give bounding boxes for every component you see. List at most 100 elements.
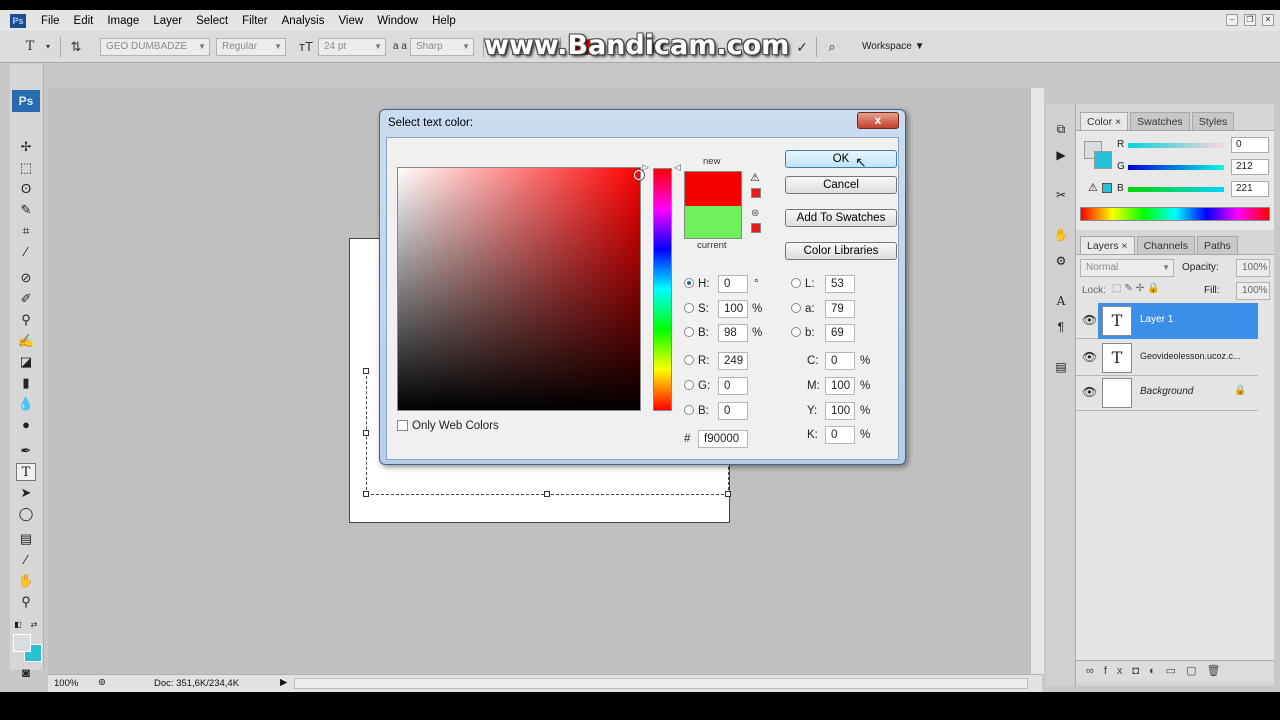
swap-colors-icon[interactable]: ⇄ — [28, 616, 40, 634]
default-colors-icon[interactable]: ◧ — [12, 616, 24, 634]
bbox-handle[interactable] — [363, 430, 369, 436]
close-icon[interactable]: x — [857, 112, 899, 129]
crop-tool-icon[interactable]: ⌗ — [16, 222, 36, 240]
clone-stamp-tool-icon[interactable]: ⚲ — [16, 311, 36, 329]
bbox-handle[interactable] — [363, 368, 369, 374]
menu-view[interactable]: View — [331, 15, 370, 27]
lab-l-input[interactable]: 53 — [825, 275, 855, 293]
tab-color[interactable]: Color × — [1080, 112, 1129, 130]
notes-tool-icon[interactable]: ▤ — [16, 530, 36, 548]
brush-tool-icon[interactable]: ✐ — [16, 290, 36, 308]
menu-help[interactable]: Help — [425, 15, 463, 27]
hue-field[interactable]: H: 0 ° — [684, 275, 764, 293]
gradient-tool-icon[interactable]: ▮ — [16, 374, 36, 392]
hue-slider-right-arrow-icon[interactable]: ◁ — [674, 162, 681, 173]
blue-input[interactable]: 0 — [718, 402, 748, 420]
menu-edit[interactable]: Edit — [67, 15, 101, 27]
close-button[interactable]: ✕ — [1262, 14, 1274, 26]
menu-file[interactable]: File — [34, 15, 67, 27]
red-radio[interactable] — [684, 354, 694, 365]
lab-l-radio[interactable] — [791, 277, 801, 288]
bridge-icon[interactable]: ⌕ — [824, 39, 840, 55]
text-orientation-icon[interactable]: ⇅ — [68, 39, 84, 55]
commit-edits-icon[interactable]: ✓ — [794, 39, 810, 55]
red-input[interactable]: 249 — [718, 352, 748, 370]
eraser-tool-icon[interactable]: ◪ — [16, 353, 36, 371]
eyedropper-tool-icon[interactable]: ⁄ — [16, 243, 36, 261]
lasso-tool-icon[interactable]: ʘ — [16, 180, 36, 198]
foreground-color-swatch[interactable] — [13, 634, 31, 652]
text-tool-icon[interactable]: T — [22, 39, 38, 55]
hue-slider-left-arrow-icon[interactable]: ▷ — [642, 162, 649, 173]
horizontal-scrollbar[interactable] — [294, 678, 1028, 689]
b-value[interactable]: 221 — [1231, 181, 1269, 197]
move-tool-icon[interactable]: ✢ — [16, 138, 36, 156]
saturation-input[interactable]: 100 — [718, 300, 748, 318]
g-slider[interactable] — [1128, 165, 1224, 170]
tool-presets-icon[interactable]: ✂ — [1051, 184, 1071, 204]
menu-select[interactable]: Select — [189, 15, 235, 27]
font-style-select[interactable]: Regular ▼ — [216, 38, 286, 56]
layers-footer-icons[interactable]: ∞fx◘◐▭▢🗑 — [1076, 660, 1274, 682]
menu-analysis[interactable]: Analysis — [275, 15, 332, 27]
menu-window[interactable]: Window — [370, 15, 425, 27]
green-radio[interactable] — [684, 379, 694, 390]
blue-radio[interactable] — [684, 404, 694, 415]
layer-row[interactable]: 👁 T Geovideolesson.ucoz.c... — [1076, 340, 1258, 376]
lab-b-input[interactable]: 69 — [825, 324, 855, 342]
minimize-button[interactable]: – — [1226, 14, 1238, 26]
current-color-swatch[interactable] — [684, 206, 742, 239]
bbox-handle[interactable] — [544, 491, 550, 497]
fill-input[interactable]: 100% — [1236, 282, 1270, 300]
black-field[interactable]: K: 0% — [807, 426, 887, 444]
quick-select-tool-icon[interactable]: ✎ — [16, 201, 36, 219]
opacity-input[interactable]: 100% — [1236, 259, 1270, 277]
color-field[interactable] — [397, 167, 641, 411]
magenta-field[interactable]: M: 100% — [807, 377, 887, 395]
r-slider[interactable] — [1128, 143, 1224, 148]
lab-l-field[interactable]: L: 53 — [791, 275, 871, 293]
status-menu-arrow-icon[interactable]: ▶ — [280, 677, 287, 688]
antialias-select[interactable]: Sharp ▼ — [410, 38, 474, 56]
web-safe-warning-icon[interactable]: ⊛ — [751, 208, 759, 219]
blur-tool-icon[interactable]: 💧 — [16, 395, 36, 413]
vertical-scrollbar[interactable] — [1030, 88, 1044, 674]
yellow-field[interactable]: Y: 100% — [807, 402, 887, 420]
only-web-colors-checkbox[interactable] — [397, 420, 408, 432]
tab-swatches[interactable]: Swatches — [1130, 112, 1190, 130]
eye-icon[interactable]: 👁 — [1082, 313, 1097, 327]
eye-icon[interactable]: 👁 — [1082, 385, 1097, 399]
eyedropper-3d-icon[interactable]: ⁄ — [16, 551, 36, 569]
quick-mask-icon[interactable]: ◙ — [16, 664, 36, 682]
black-input[interactable]: 0 — [825, 426, 855, 444]
layer-row[interactable]: 👁 Background 🔒 — [1076, 375, 1258, 411]
gamut-color-chip[interactable] — [751, 188, 761, 198]
tab-channels[interactable]: Channels — [1136, 236, 1195, 254]
eye-icon[interactable]: 👁 — [1082, 350, 1097, 364]
hue-input[interactable]: 0 — [718, 275, 748, 293]
healing-brush-tool-icon[interactable]: ⊘ — [16, 269, 36, 287]
gamut-warning-icon[interactable]: ⚠ — [750, 171, 760, 184]
hand-tool-icon[interactable]: ✋ — [16, 572, 36, 590]
lab-a-radio[interactable] — [791, 302, 801, 313]
marquee-tool-icon[interactable]: ⬚ — [16, 159, 36, 177]
ok-button[interactable]: OK — [785, 150, 897, 168]
magenta-input[interactable]: 100 — [825, 377, 855, 395]
color-libraries-button[interactable]: Color Libraries — [785, 242, 897, 260]
only-web-colors-option[interactable]: Only Web Colors — [397, 420, 499, 432]
bbox-handle[interactable] — [363, 491, 369, 497]
ellipse-tool-icon[interactable]: ◯ — [16, 505, 36, 523]
tab-layers[interactable]: Layers × — [1080, 236, 1135, 254]
cancel-button[interactable]: Cancel — [785, 176, 897, 194]
menu-filter[interactable]: Filter — [235, 15, 275, 27]
lab-a-input[interactable]: 79 — [825, 300, 855, 318]
status-info-icon[interactable]: ⊚ — [98, 677, 106, 688]
cyan-field[interactable]: C: 0% — [807, 352, 887, 370]
hex-field[interactable]: # f90000 — [684, 430, 764, 448]
cyan-input[interactable]: 0 — [825, 352, 855, 370]
dodge-tool-icon[interactable]: ● — [16, 416, 36, 434]
paragraph-panel-icon[interactable]: ¶ — [1051, 316, 1071, 336]
menu-layer[interactable]: Layer — [146, 15, 189, 27]
hex-input[interactable]: f90000 — [698, 430, 748, 448]
lab-a-field[interactable]: a: 79 — [791, 300, 871, 318]
